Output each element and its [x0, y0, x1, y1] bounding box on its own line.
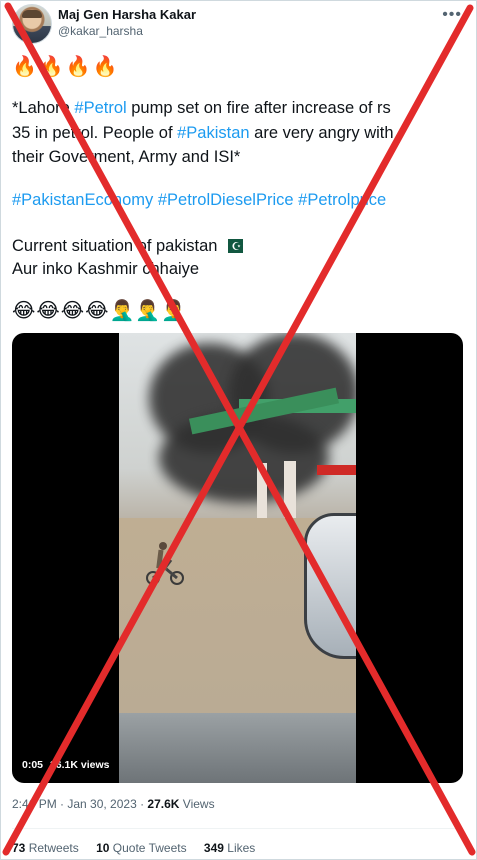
video-player[interactable]: 0:05 26.1K views	[12, 333, 463, 783]
avatar[interactable]	[12, 4, 52, 44]
video-views: 26.1K views	[49, 759, 110, 771]
video-time: 0:05	[22, 759, 44, 771]
engagement-row: 73 Retweets 10 Quote Tweets 349 Likes	[12, 841, 269, 855]
divider	[12, 828, 463, 829]
video-thumbnail	[119, 333, 356, 783]
motorcycle-rider-icon	[146, 542, 184, 585]
hashtag-petrol-price[interactable]: #Petrolprice	[298, 191, 386, 209]
author-name[interactable]: Maj Gen Harsha Kakar	[58, 7, 196, 22]
laughing-facepalm-emojis: 😂😂😂😂🤦‍♂️🤦‍♂️🤦‍♂️	[12, 300, 188, 322]
tweet-header: Maj Gen Harsha Kakar @kakar_harsha •••	[12, 4, 462, 44]
hashtag-pakistan[interactable]: #Pakistan	[177, 124, 249, 142]
video-stats: 0:05 26.1K views	[22, 759, 113, 771]
timestamp[interactable]: 2:46 PM · Jan 30, 2023	[12, 797, 137, 811]
views-label: Views	[179, 797, 215, 811]
more-options-icon[interactable]: •••	[442, 6, 462, 24]
hashtag-pakistan-economy[interactable]: #PakistanEconomy	[12, 191, 153, 209]
pakistan-flag-icon	[223, 237, 244, 257]
hashtag-petrol-diesel-price[interactable]: #PetrolDieselPrice	[158, 191, 294, 209]
author-handle[interactable]: @kakar_harsha	[58, 24, 143, 38]
fire-emojis: 🔥🔥🔥🔥	[12, 56, 120, 78]
hashtag-petrol[interactable]: #Petrol	[74, 99, 126, 117]
retweets-link[interactable]: 73 Retweets	[12, 841, 79, 855]
tweet-text-line-2: 35 in petrol. People of #Pakistan are ve…	[12, 124, 394, 142]
tweet-text-line-1: *Lahore #Petrol pump set on fire after i…	[12, 99, 391, 117]
tweet-meta: 2:46 PM · Jan 30, 2023 · 27.6K Views	[12, 797, 215, 811]
tweet-text-line-3: their Goverment, Army and ISI*	[12, 148, 241, 166]
car-side-mirror	[304, 513, 356, 659]
likes-link[interactable]: 349 Likes	[204, 841, 255, 855]
views-count: 27.6K	[147, 797, 180, 811]
hashtag-row: #PakistanEconomy #PetrolDieselPrice #Pet…	[12, 190, 386, 210]
tweet-text-line-6: Aur inko Kashmir chhaiye	[12, 260, 200, 278]
quote-tweets-link[interactable]: 10 Quote Tweets	[96, 841, 187, 855]
tweet-text-line-5: Current situation of pakistan	[12, 236, 244, 257]
